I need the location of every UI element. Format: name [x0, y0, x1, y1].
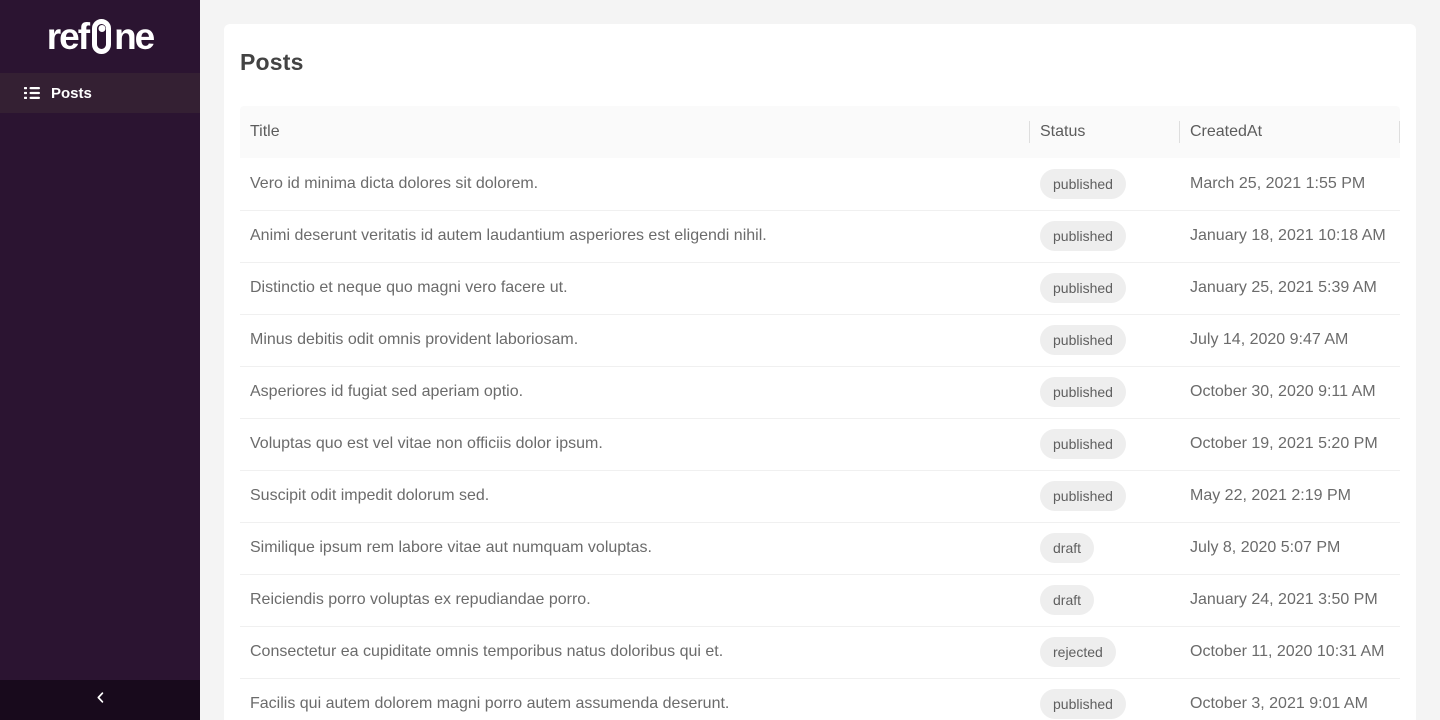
post-status-cell: rejected	[1030, 626, 1180, 678]
post-status-cell: published	[1030, 158, 1180, 210]
unordered-list-icon	[24, 85, 40, 101]
post-title-cell: Consectetur ea cupiditate omnis temporib…	[240, 626, 1030, 678]
post-createdat-cell: October 3, 2021 9:01 AM	[1180, 678, 1400, 720]
column-header-createdat: CreatedAt	[1180, 106, 1400, 158]
table-row: Asperiores id fugiat sed aperiam optio. …	[240, 366, 1400, 418]
post-status-cell: published	[1030, 210, 1180, 262]
logo-i-pill-icon	[92, 19, 111, 54]
table-row: Consectetur ea cupiditate omnis temporib…	[240, 626, 1400, 678]
table-row: Reiciendis porro voluptas ex repudiandae…	[240, 574, 1400, 626]
sidebar-menu: Posts	[0, 73, 200, 113]
sidebar-item-label: Posts	[51, 85, 92, 102]
post-createdat-cell: October 30, 2020 9:11 AM	[1180, 366, 1400, 418]
chevron-left-icon	[94, 691, 107, 709]
post-title-cell: Asperiores id fugiat sed aperiam optio.	[240, 366, 1030, 418]
page-title: Posts	[240, 47, 1400, 77]
post-createdat-cell: October 19, 2021 5:20 PM	[1180, 418, 1400, 470]
post-title-cell: Suscipit odit impedit dolorum sed.	[240, 470, 1030, 522]
post-title-cell: Distinctio et neque quo magni vero facer…	[240, 262, 1030, 314]
post-title-cell: Similique ipsum rem labore vitae aut num…	[240, 522, 1030, 574]
posts-card: Posts Title Status CreatedAt Vero id min…	[224, 24, 1416, 720]
status-badge: published	[1040, 221, 1126, 251]
status-badge: published	[1040, 377, 1126, 407]
post-status-cell: published	[1030, 678, 1180, 720]
logo-text-post: ne	[114, 18, 153, 55]
sidebar-collapse-button[interactable]	[0, 680, 200, 720]
status-badge: draft	[1040, 533, 1094, 563]
post-status-cell: published	[1030, 366, 1180, 418]
logo-area: ref ne	[0, 0, 200, 73]
table-row: Similique ipsum rem labore vitae aut num…	[240, 522, 1400, 574]
post-createdat-cell: May 22, 2021 2:19 PM	[1180, 470, 1400, 522]
sidebar-item-posts[interactable]: Posts	[0, 73, 200, 113]
status-badge: published	[1040, 481, 1126, 511]
status-badge: published	[1040, 429, 1126, 459]
column-header-title: Title	[240, 106, 1030, 158]
table-body: Vero id minima dicta dolores sit dolorem…	[240, 158, 1400, 720]
table-header: Title Status CreatedAt	[240, 106, 1400, 158]
post-createdat-cell: January 24, 2021 3:50 PM	[1180, 574, 1400, 626]
status-badge: published	[1040, 169, 1126, 199]
table-row: Suscipit odit impedit dolorum sed. publi…	[240, 470, 1400, 522]
posts-table: Title Status CreatedAt Vero id minima di…	[240, 106, 1400, 720]
post-createdat-cell: July 8, 2020 5:07 PM	[1180, 522, 1400, 574]
post-status-cell: draft	[1030, 574, 1180, 626]
table-row: Minus debitis odit omnis provident labor…	[240, 314, 1400, 366]
post-createdat-cell: January 25, 2021 5:39 AM	[1180, 262, 1400, 314]
status-badge: draft	[1040, 585, 1094, 615]
post-status-cell: published	[1030, 418, 1180, 470]
post-status-cell: draft	[1030, 522, 1180, 574]
post-title-cell: Vero id minima dicta dolores sit dolorem…	[240, 158, 1030, 210]
post-createdat-cell: July 14, 2020 9:47 AM	[1180, 314, 1400, 366]
post-title-cell: Reiciendis porro voluptas ex repudiandae…	[240, 574, 1030, 626]
table-row: Facilis qui autem dolorem magni porro au…	[240, 678, 1400, 720]
logo-text-pre: ref	[47, 18, 88, 55]
post-title-cell: Minus debitis odit omnis provident labor…	[240, 314, 1030, 366]
status-badge: rejected	[1040, 637, 1116, 667]
table-row: Distinctio et neque quo magni vero facer…	[240, 262, 1400, 314]
post-status-cell: published	[1030, 262, 1180, 314]
post-title-cell: Facilis qui autem dolorem magni porro au…	[240, 678, 1030, 720]
main-content: Posts Title Status CreatedAt Vero id min…	[200, 0, 1440, 720]
post-title-cell: Voluptas quo est vel vitae non officiis …	[240, 418, 1030, 470]
sidebar: ref ne Posts	[0, 0, 200, 720]
refine-logo[interactable]: ref ne	[47, 18, 154, 55]
post-status-cell: published	[1030, 470, 1180, 522]
status-badge: published	[1040, 273, 1126, 303]
post-status-cell: published	[1030, 314, 1180, 366]
status-badge: published	[1040, 689, 1126, 719]
post-title-cell: Animi deserunt veritatis id autem laudan…	[240, 210, 1030, 262]
post-createdat-cell: October 11, 2020 10:31 AM	[1180, 626, 1400, 678]
post-createdat-cell: March 25, 2021 1:55 PM	[1180, 158, 1400, 210]
post-createdat-cell: January 18, 2021 10:18 AM	[1180, 210, 1400, 262]
table-row: Voluptas quo est vel vitae non officiis …	[240, 418, 1400, 470]
status-badge: published	[1040, 325, 1126, 355]
table-row: Animi deserunt veritatis id autem laudan…	[240, 210, 1400, 262]
logo-i-dot	[98, 25, 105, 32]
table-row: Vero id minima dicta dolores sit dolorem…	[240, 158, 1400, 210]
column-header-status: Status	[1030, 106, 1180, 158]
